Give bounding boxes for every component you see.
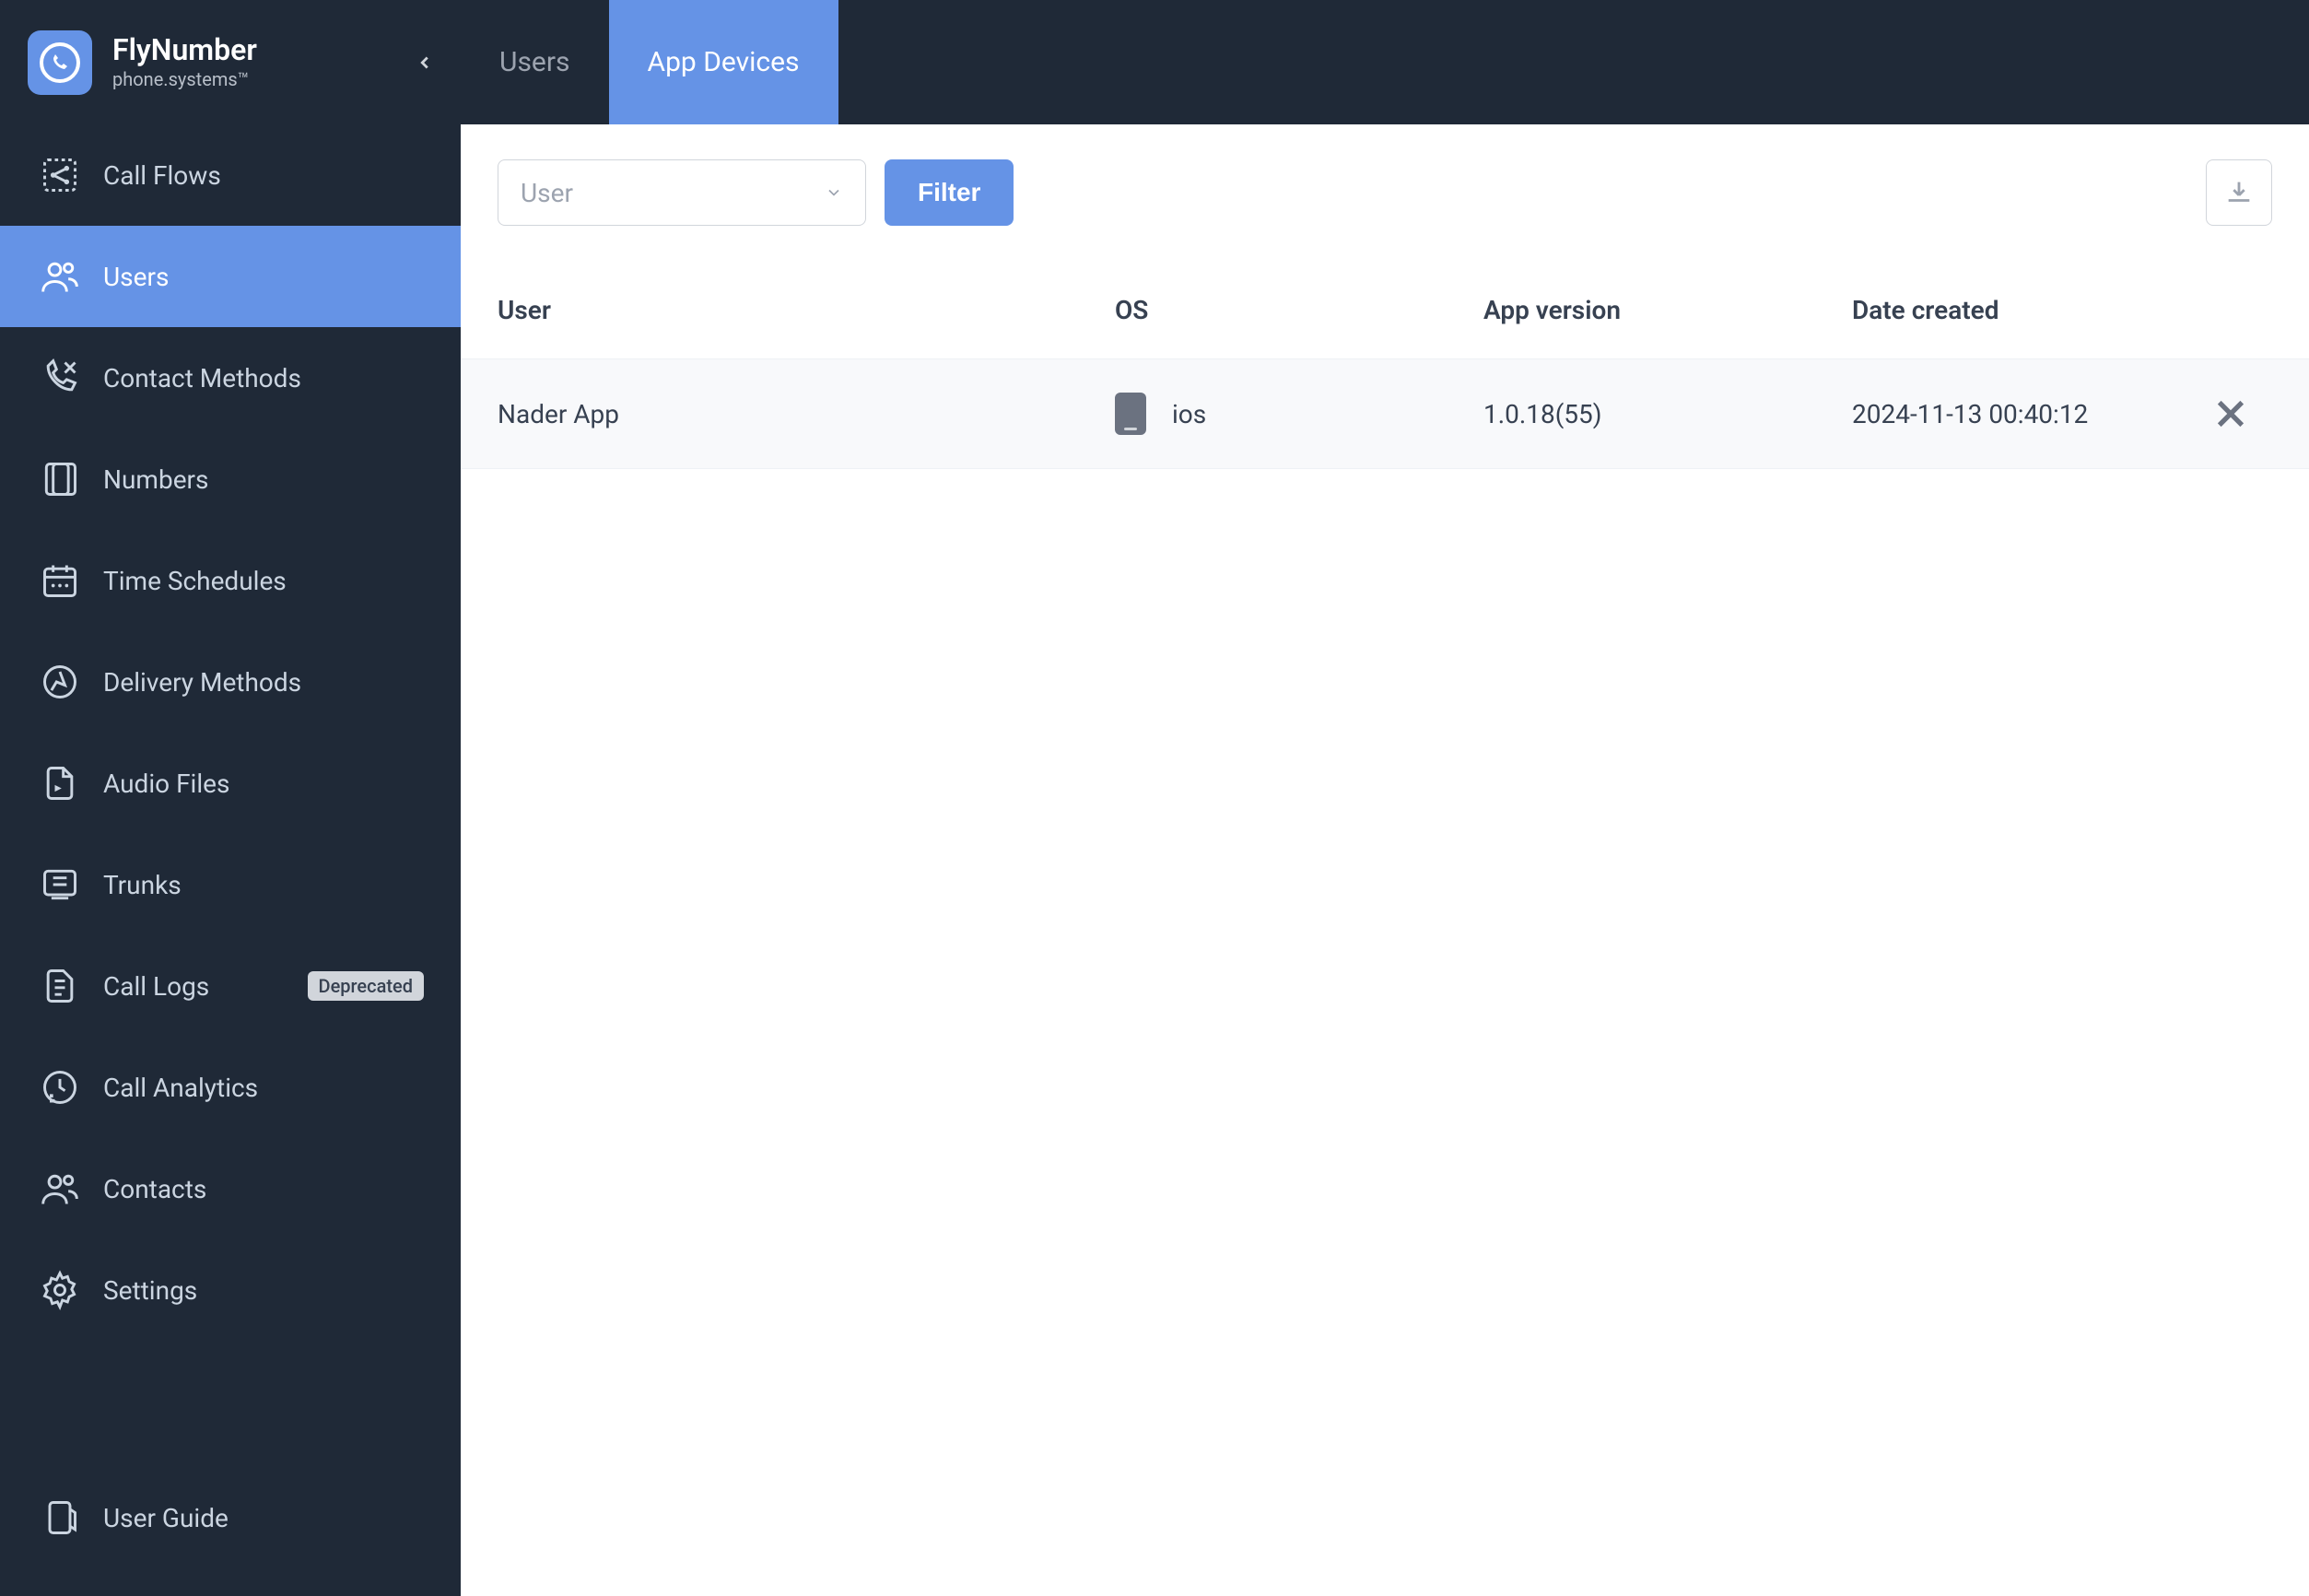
sidebar-item-numbers[interactable]: Numbers [0, 428, 461, 530]
devices-table: User OS App version Date created Nader A… [461, 261, 2309, 469]
col-date: Date created [1852, 295, 2189, 325]
col-os: OS [1115, 295, 1483, 325]
download-icon [2223, 177, 2255, 208]
sidebar-item-user-guide[interactable]: User Guide [0, 1467, 461, 1568]
tab-app-devices[interactable]: App Devices [609, 0, 838, 124]
tab-label: App Devices [648, 46, 800, 78]
brand-logo [28, 30, 92, 95]
users-icon [37, 253, 83, 299]
sidebar-header: FlyNumber phone.systems™ [0, 0, 461, 124]
sidebar-item-time-schedules[interactable]: Time Schedules [0, 530, 461, 631]
filter-bar: User Filter [461, 124, 2309, 261]
sidebar-item-label: Users [103, 262, 169, 292]
trunks-icon [37, 862, 83, 908]
calendar-icon [37, 557, 83, 604]
guide-icon [37, 1495, 83, 1541]
sidebar-item-label: Call Flows [103, 160, 221, 191]
cell-date: 2024-11-13 00:40:12 [1852, 399, 2189, 429]
gear-icon [37, 1267, 83, 1313]
tab-label: Users [499, 46, 570, 78]
sidebar-item-label: Delivery Methods [103, 667, 301, 698]
numbers-icon [37, 456, 83, 502]
os-label: ios [1172, 399, 1206, 429]
sidebar-collapse-button[interactable] [407, 45, 442, 80]
chevron-down-icon [825, 183, 843, 202]
sidebar-item-label: Numbers [103, 464, 208, 495]
sidebar-item-label: Trunks [103, 870, 182, 900]
cell-version: 1.0.18(55) [1483, 399, 1852, 429]
brand-subtitle: phone.systems™ [112, 68, 407, 90]
audio-file-icon [37, 760, 83, 806]
sidebar-item-settings[interactable]: Settings [0, 1239, 461, 1341]
user-select[interactable]: User [498, 159, 866, 226]
sidebar-item-audio-files[interactable]: Audio Files [0, 733, 461, 834]
sidebar-item-label: Call Analytics [103, 1073, 258, 1103]
sidebar-item-label: Settings [103, 1275, 197, 1306]
cell-os: ios [1115, 393, 1483, 435]
sidebar-nav: Call Flows Users Contact Methods Numbers [0, 124, 461, 1596]
delivery-icon [37, 659, 83, 705]
tab-users[interactable]: Users [461, 0, 609, 124]
sidebar-item-trunks[interactable]: Trunks [0, 834, 461, 935]
cell-user: Nader App [498, 399, 1115, 429]
filter-button[interactable]: Filter [885, 159, 1014, 226]
sidebar-item-delivery-methods[interactable]: Delivery Methods [0, 631, 461, 733]
sidebar-item-label: Audio Files [103, 769, 229, 799]
main-content: Users App Devices User Filter User OS Ap… [461, 0, 2309, 1596]
contact-methods-icon [37, 355, 83, 401]
topbar-tabs: Users App Devices [461, 0, 2309, 124]
sidebar-item-label: Contacts [103, 1174, 206, 1204]
row-delete-button[interactable] [2189, 394, 2272, 433]
col-version: App version [1483, 295, 1852, 325]
sidebar-item-label: Time Schedules [103, 566, 287, 596]
download-button[interactable] [2206, 159, 2272, 226]
sidebar-item-call-analytics[interactable]: Call Analytics [0, 1037, 461, 1138]
sidebar-item-call-flows[interactable]: Call Flows [0, 124, 461, 226]
col-user: User [498, 295, 1115, 325]
sidebar-item-users[interactable]: Users [0, 226, 461, 327]
table-row[interactable]: Nader App ios 1.0.18(55) 2024-11-13 00:4… [461, 358, 2309, 469]
sidebar-item-contacts[interactable]: Contacts [0, 1138, 461, 1239]
close-icon [2211, 394, 2250, 433]
sidebar-item-label: Contact Methods [103, 363, 301, 393]
sidebar: FlyNumber phone.systems™ Call Flows User… [0, 0, 461, 1596]
analytics-icon [37, 1064, 83, 1110]
table-header: User OS App version Date created [461, 261, 2309, 358]
deprecated-badge: Deprecated [308, 971, 424, 1001]
phone-icon [1115, 393, 1146, 435]
document-icon [37, 963, 83, 1009]
sidebar-item-label: User Guide [103, 1503, 229, 1533]
sidebar-item-label: Call Logs [103, 971, 209, 1002]
sidebar-item-call-logs[interactable]: Call Logs Deprecated [0, 935, 461, 1037]
brand-text: FlyNumber phone.systems™ [112, 34, 407, 90]
sidebar-item-contact-methods[interactable]: Contact Methods [0, 327, 461, 428]
contacts-icon [37, 1166, 83, 1212]
select-placeholder: User [521, 178, 573, 208]
brand-title: FlyNumber [112, 34, 407, 66]
call-flows-icon [37, 152, 83, 198]
